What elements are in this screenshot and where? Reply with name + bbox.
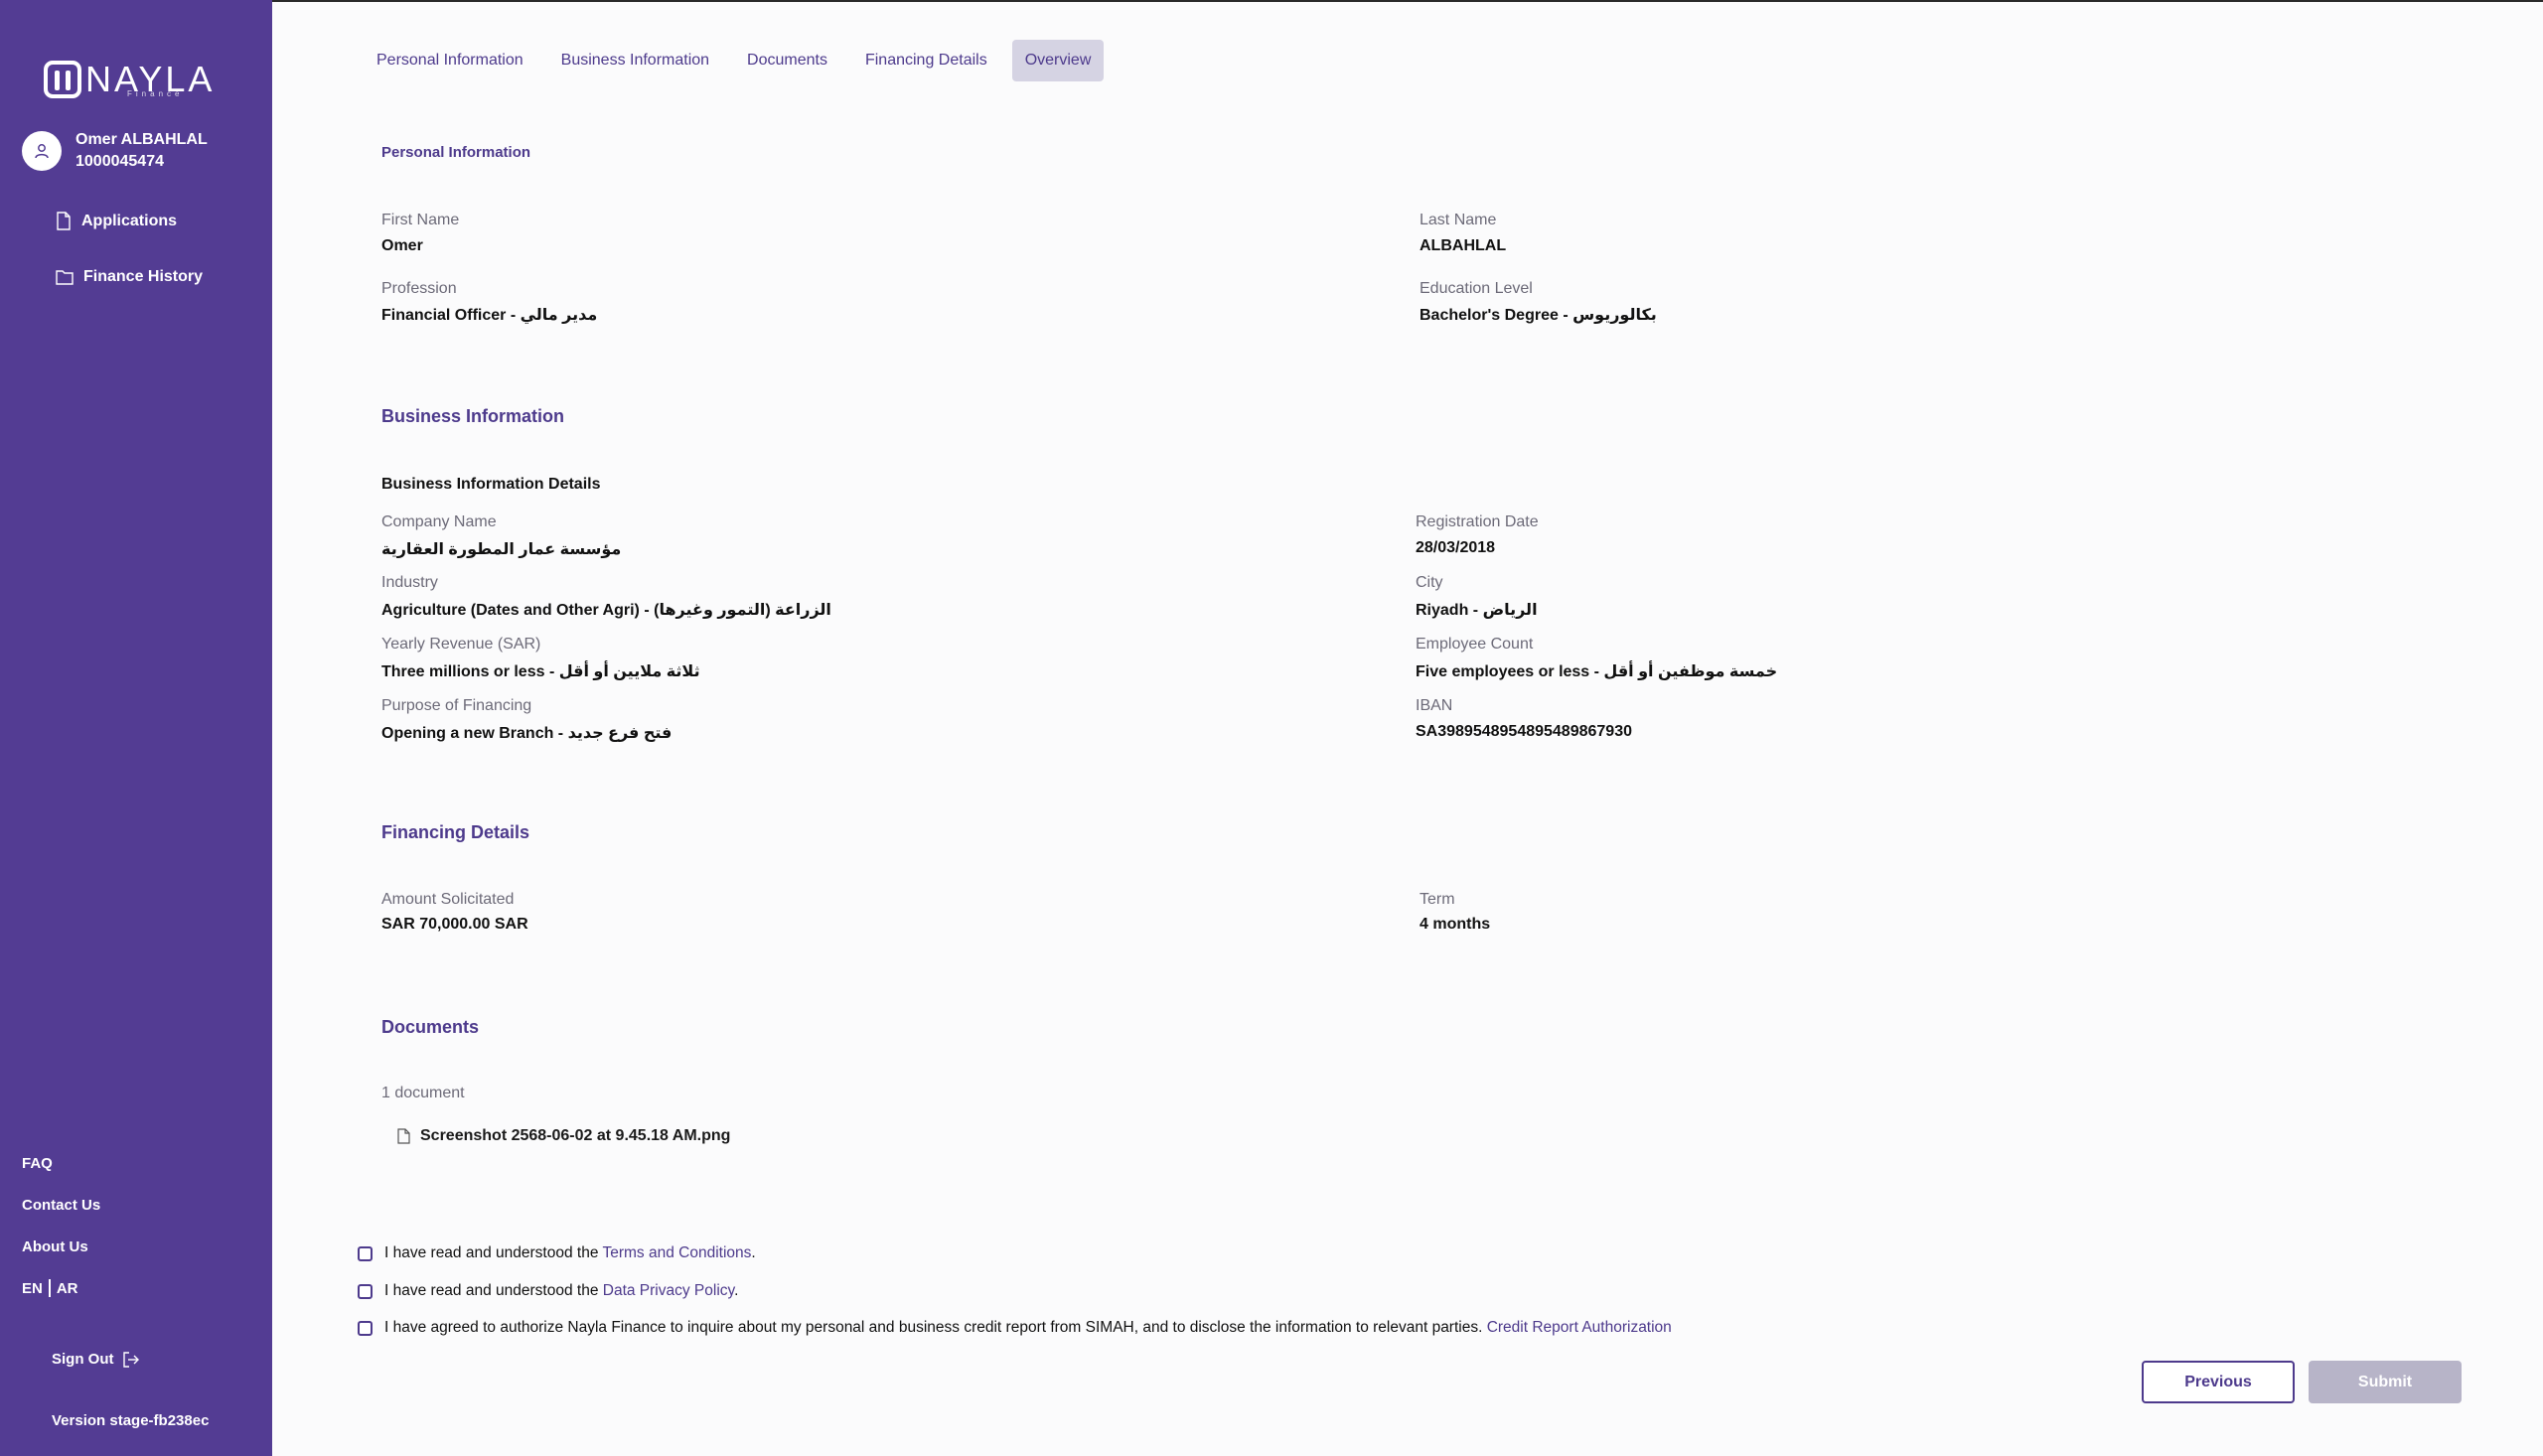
- submit-button[interactable]: Submit: [2309, 1361, 2462, 1403]
- last-name-label: Last Name: [1420, 212, 1497, 228]
- logo-mark-icon: [44, 61, 81, 98]
- personal-info-heading: Personal Information: [381, 144, 531, 161]
- privacy-text: I have read and understood the Data Priv…: [384, 1282, 739, 1299]
- tab-documents[interactable]: Documents: [734, 40, 840, 81]
- iban-value: SA3989548954895489867930: [1416, 723, 1632, 740]
- terms-checkbox[interactable]: [358, 1245, 373, 1261]
- profession-label: Profession: [381, 280, 457, 297]
- lang-divider: [48, 1279, 51, 1297]
- user-profile: Omer ALBAHLAL 1000045474: [22, 129, 208, 173]
- credit-agreement: I have agreed to authorize Nayla Finance…: [358, 1319, 1672, 1337]
- user-icon: [35, 144, 49, 159]
- city-label: City: [1416, 574, 1443, 591]
- about-us-link[interactable]: About Us: [22, 1238, 88, 1255]
- step-tabs: Personal Information Business Informatio…: [364, 40, 1116, 81]
- sidebar-item-label: Applications: [81, 212, 178, 229]
- amount-value: SAR 70,000.00 SAR: [381, 916, 528, 933]
- sign-out-button[interactable]: Sign Out: [52, 1351, 140, 1368]
- document-icon: [57, 212, 71, 230]
- top-border: [0, 0, 2543, 2]
- previous-button[interactable]: Previous: [2142, 1361, 2295, 1403]
- file-icon: [397, 1128, 410, 1144]
- first-name-value: Omer: [381, 237, 423, 254]
- document-filename: Screenshot 2568-06-02 at 9.45.18 AM.png: [420, 1127, 731, 1144]
- term-label: Term: [1420, 891, 1455, 908]
- credit-report-link[interactable]: Credit Report Authorization: [1487, 1319, 1672, 1336]
- avatar: [22, 131, 62, 171]
- education-value: Bachelor's Degree - بكالوريوس: [1420, 307, 1657, 324]
- language-switcher: EN AR: [22, 1279, 78, 1297]
- registration-date-value: 28/03/2018: [1416, 539, 1496, 556]
- industry-label: Industry: [381, 574, 438, 591]
- privacy-agreement: I have read and understood the Data Priv…: [358, 1282, 738, 1300]
- user-id: 1000045474: [75, 153, 164, 170]
- tab-financing-details[interactable]: Financing Details: [852, 40, 1000, 81]
- business-details-heading: Business Information Details: [381, 476, 601, 493]
- company-name-value: مؤسسة عمار المطورة العقارية: [381, 541, 622, 558]
- folder-icon: [56, 270, 74, 285]
- terms-agreement: I have read and understood the Terms and…: [358, 1244, 756, 1262]
- tab-business-information[interactable]: Business Information: [548, 40, 722, 81]
- lang-en-button[interactable]: EN: [22, 1280, 43, 1297]
- financing-details-heading: Financing Details: [381, 822, 530, 842]
- employee-count-value: Five employees or less - خمسة موظفين أو …: [1416, 663, 1778, 680]
- terms-link[interactable]: Terms and Conditions: [602, 1244, 751, 1261]
- sidebar-item-applications[interactable]: Applications: [56, 212, 177, 230]
- lang-ar-button[interactable]: AR: [57, 1280, 78, 1297]
- city-value: Riyadh - الرياض: [1416, 602, 1538, 619]
- privacy-link[interactable]: Data Privacy Policy: [603, 1282, 734, 1299]
- sidebar-item-label: Finance History: [83, 268, 204, 285]
- first-name-label: First Name: [381, 212, 460, 228]
- yearly-revenue-label: Yearly Revenue (SAR): [381, 636, 541, 653]
- faq-link[interactable]: FAQ: [22, 1155, 53, 1172]
- profession-value: Financial Officer - مدير مالي: [381, 307, 598, 324]
- sidebar: NAYLA Finance Omer ALBAHLAL 1000045474 A…: [0, 0, 272, 1456]
- contact-us-link[interactable]: Contact Us: [22, 1197, 100, 1214]
- industry-value: Agriculture (Dates and Other Agri) - الز…: [381, 602, 831, 619]
- amount-label: Amount Solicitated: [381, 891, 515, 908]
- documents-heading: Documents: [381, 1017, 480, 1037]
- document-item[interactable]: Screenshot 2568-06-02 at 9.45.18 AM.png: [397, 1127, 730, 1145]
- tab-personal-information[interactable]: Personal Information: [364, 40, 536, 81]
- iban-label: IBAN: [1416, 697, 1453, 714]
- user-name: Omer ALBAHLAL: [75, 131, 208, 148]
- privacy-checkbox[interactable]: [358, 1283, 373, 1299]
- credit-checkbox[interactable]: [358, 1320, 373, 1336]
- registration-date-label: Registration Date: [1416, 513, 1539, 530]
- yearly-revenue-value: Three millions or less - ثلاثة ملايين أو…: [381, 663, 700, 680]
- sign-out-label: Sign Out: [52, 1351, 114, 1368]
- sidebar-item-finance-history[interactable]: Finance History: [56, 268, 203, 286]
- credit-text: I have agreed to authorize Nayla Finance…: [384, 1319, 1672, 1336]
- business-info-heading: Business Information: [381, 406, 565, 426]
- tab-overview[interactable]: Overview: [1011, 40, 1105, 81]
- document-count: 1 document: [381, 1085, 465, 1101]
- purpose-label: Purpose of Financing: [381, 697, 532, 714]
- sign-out-icon: [122, 1351, 139, 1368]
- company-name-label: Company Name: [381, 513, 497, 530]
- last-name-value: ALBAHLAL: [1420, 237, 1507, 254]
- terms-text: I have read and understood the Terms and…: [384, 1244, 756, 1261]
- purpose-value: Opening a new Branch - فتح فرع جديد: [381, 725, 673, 742]
- logo-subtitle: Finance: [127, 89, 184, 98]
- version-label: Version stage-fb238ec: [52, 1412, 210, 1429]
- employee-count-label: Employee Count: [1416, 636, 1534, 653]
- education-label: Education Level: [1420, 280, 1533, 297]
- term-value: 4 months: [1420, 916, 1491, 933]
